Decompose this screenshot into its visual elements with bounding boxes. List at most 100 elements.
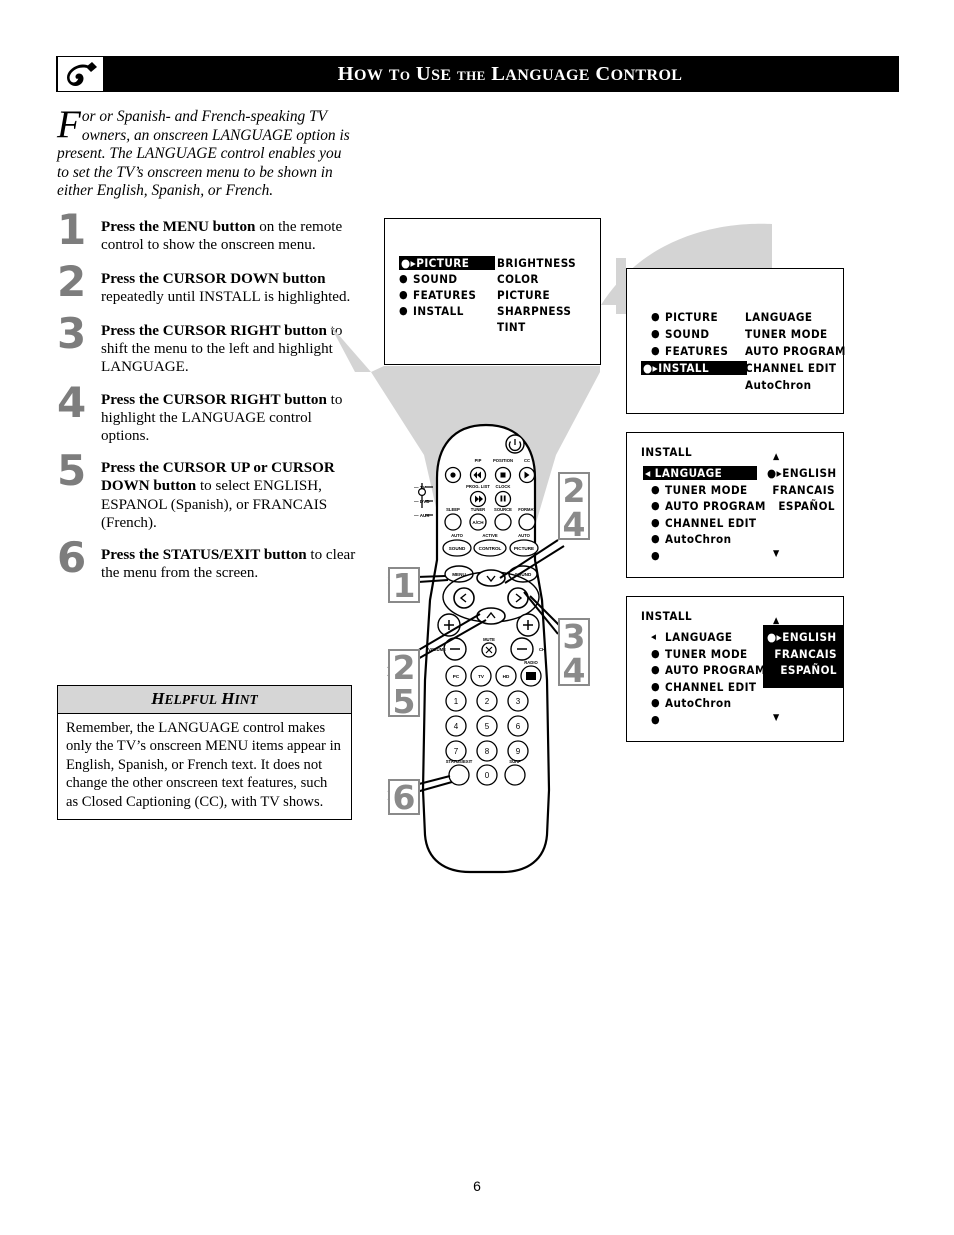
menu2-item-sound[interactable]: ● SOUND [651, 327, 747, 344]
menu3-scroll-down-icon[interactable]: ▼ [773, 550, 779, 559]
remote-keylabel-4: 4 [454, 722, 459, 731]
menu4-item-auto-program[interactable]: ● AUTO PROGRAM [651, 663, 765, 680]
menu3-item-auto-program[interactable]: ● AUTO PROGRAM [651, 499, 765, 516]
remote-label-tv: — TV [414, 485, 427, 490]
remote-btnlabel-hd: HD [503, 674, 510, 679]
remote-keylabel-7: 7 [454, 747, 459, 756]
remote-label-dvd: — DVD [414, 499, 430, 504]
remote-label-prog-list: PROG. LIST [466, 484, 490, 489]
menu2-option-language[interactable]: LANGUAGE [745, 310, 846, 327]
menu3-marker-tuner-mode: ● [651, 482, 661, 496]
remote-btn-sleep [444, 513, 462, 531]
menu4-item-more[interactable]: ● [651, 713, 755, 730]
callout-25-line-1: 2 [392, 648, 416, 687]
menu1-option-color[interactable]: COLOR [497, 272, 576, 288]
menu2-marker-picture: ● [651, 310, 661, 323]
remote-label-position: POSITION [493, 458, 513, 463]
menu2-label-features: FEATURES [665, 344, 729, 358]
callout-25-line-2: 5 [392, 682, 416, 721]
menu1-option-tint[interactable]: TINT [497, 320, 576, 336]
menu4-marker-language: ◂ [651, 630, 657, 643]
menu4-item-tuner-mode[interactable]: ● TUNER MODE [651, 647, 755, 664]
menu2-marker-features: ● [651, 344, 661, 357]
menu3-label-english: ENGLISH [782, 466, 837, 480]
remote-label-pip: PIP [475, 458, 482, 463]
menu1-left-column: ●▸PICTURE ● SOUND ● FEATURES ● INSTALL [399, 256, 495, 320]
menu3-item-autochron[interactable]: ● AutoChron [651, 532, 755, 549]
remote-cursor-up [476, 569, 506, 587]
menu4-title: INSTALL [641, 609, 693, 623]
menu4-item-channel-edit[interactable]: ● CHANNEL EDIT [651, 679, 757, 697]
menu2-option-tuner-mode[interactable]: TUNER MODE [745, 327, 846, 344]
menu1-item-picture[interactable]: ●▸PICTURE [399, 256, 495, 272]
menu4-item-language[interactable]: ◂ LANGUAGE [651, 630, 755, 647]
callout-6-line-1: 6 [392, 778, 416, 817]
tv-menu-screen-1: ●▸PICTURE ● SOUND ● FEATURES ● INSTALL BRIG… [384, 218, 601, 365]
menu4-label-channel-edit: CHANNEL EDIT [665, 679, 757, 694]
menu1-marker-sound: ● [399, 272, 409, 285]
menu1-option-picture[interactable]: PICTURE [497, 288, 576, 304]
menu2-label-install: INSTALL [658, 361, 710, 375]
menu4-marker-english: ●▸ [767, 630, 783, 644]
callout-25: 2 5 [388, 648, 420, 721]
menu4-label-autochron: AutoChron [665, 696, 732, 710]
menu3-left-column: ◂ LANGUAGE ● TUNER MODE ● AUTO PROGRAM ● CH… [643, 466, 765, 566]
menu4-option-english[interactable]: ●▸ENGLISH [767, 630, 839, 647]
menu4-label-language: LANGUAGE [665, 630, 733, 644]
menu3-item-language[interactable]: ◂ LANGUAGE [643, 466, 757, 483]
menu3-item-more[interactable]: ● [651, 549, 755, 566]
menu2-marker-install: ●▸ [643, 361, 659, 375]
menu1-item-features[interactable]: ● FEATURES [399, 288, 495, 304]
menu3-option-francais[interactable]: FRANCAIS [767, 483, 837, 500]
menu1-item-sound[interactable]: ● SOUND [399, 272, 495, 288]
menu3-option-english[interactable]: ●▸ENGLISH [767, 466, 837, 483]
menu3-marker-language: ◂ [645, 466, 651, 480]
remote-label-mute: MUTE [483, 637, 495, 642]
menu3-marker-auto-program: ● [651, 499, 661, 512]
menu2-right-column: LANGUAGE TUNER MODE AUTO PROGRAM CHANNEL… [745, 310, 846, 395]
menu4-left-column: ◂ LANGUAGE ● TUNER MODE ● AUTO PROGRAM ● CHA… [651, 630, 765, 730]
menu3-option-espanol[interactable]: ESPAÑOL [767, 499, 837, 516]
remote-btnlabel-sound: SOUND [515, 572, 532, 577]
menu1-option-brightness[interactable]: BRIGHTNESS [497, 256, 576, 272]
menu3-label-language: LANGUAGE [654, 466, 723, 480]
menu2-label-sound: SOUND [665, 327, 710, 341]
menu4-scroll-down-icon[interactable]: ▼ [773, 714, 779, 723]
menu1-label-picture: PICTURE [416, 256, 470, 270]
remote-btnlabel-sound-auto: SOUND [449, 546, 466, 551]
remote-btnlabel-tv: TV [478, 674, 485, 679]
menu3-marker-autochron: ● [651, 532, 661, 545]
callout-24-line-1: 2 [562, 471, 586, 510]
remote-label-cc: CC [524, 458, 530, 463]
menu2-option-auto-program[interactable]: AUTO PROGRAM [745, 344, 846, 361]
remote-btn-source [494, 513, 512, 531]
menu3-item-channel-edit[interactable]: ● CHANNEL EDIT [651, 515, 756, 533]
menu2-option-channel-edit[interactable]: CHANNEL EDIT [745, 361, 846, 378]
menu1-item-install[interactable]: ● INSTALL [399, 304, 495, 320]
menu3-marker-channel-edit: ● [651, 515, 661, 529]
remote-btnlabel-menu: MENU [452, 572, 466, 577]
remote-btnlabel-picture: PICTURE [514, 546, 534, 551]
menu1-right-column: BRIGHTNESS COLOR PICTURE SHARPNESS TINT [497, 256, 576, 336]
menu2-option-autochron[interactable]: AutoChron [745, 378, 846, 395]
menu1-option-sharpness[interactable]: SHARPNESS [497, 304, 576, 320]
menu2-item-features[interactable]: ● FEATURES [651, 344, 747, 361]
callout-1-line-1: 1 [392, 566, 416, 605]
remote-cursor-down [476, 607, 506, 625]
remote-keylabel-1: 1 [454, 697, 459, 706]
menu3-item-tuner-mode[interactable]: ● TUNER MODE [651, 483, 755, 500]
tv-menu-screen-3: INSTALL ▲ ▼ ◂ LANGUAGE ● TUNER MODE ● AUTO… [626, 432, 844, 578]
remote-label-auto-2: AUTO [518, 533, 531, 538]
callout-34-line-1: 3 [562, 617, 586, 656]
menu4-item-autochron[interactable]: ● AutoChron [651, 696, 755, 713]
menu3-scroll-up-icon[interactable]: ▲ [773, 453, 779, 462]
remote-label-clock: CLOCK [496, 484, 511, 489]
menu2-item-install[interactable]: ●▸INSTALL [641, 361, 747, 378]
remote-btnlabel-pc: PC [453, 674, 460, 679]
menu4-option-francais[interactable]: FRANCAIS [767, 647, 839, 664]
menu1-label-features: FEATURES [413, 288, 477, 302]
menu2-item-picture[interactable]: ● PICTURE [651, 310, 747, 327]
menu4-marker-channel-edit: ● [651, 679, 661, 693]
menu4-option-espanol[interactable]: ESPAÑOL [767, 663, 839, 680]
callout-24: 2 4 [558, 471, 590, 542]
